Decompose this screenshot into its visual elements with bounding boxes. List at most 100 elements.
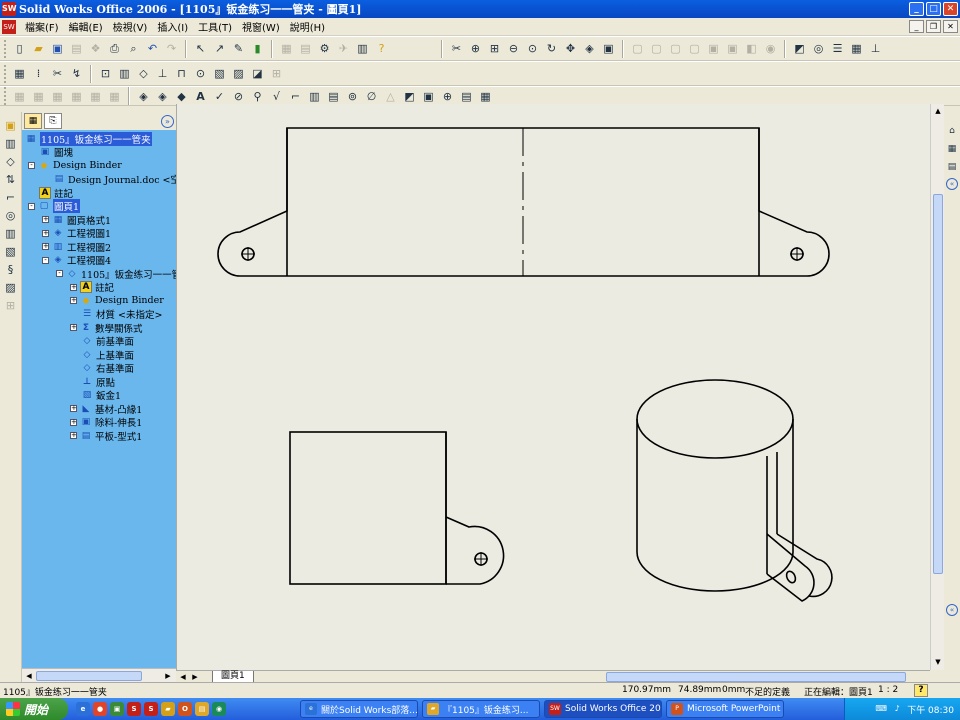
explorer-quicklaunch-icon[interactable]: ▤ — [195, 702, 209, 716]
tree-item[interactable]: ⊥ 原點 — [81, 375, 115, 389]
offset-tool-icon[interactable]: ⊞ — [3, 297, 19, 313]
shaded-icon[interactable]: ◩ — [792, 41, 808, 57]
front-view[interactable] — [289, 431, 505, 585]
office-quicklaunch-icon[interactable]: O — [178, 702, 192, 716]
tree-item[interactable]: + ▣ 除料-伸長1 — [70, 416, 142, 429]
zoom-to-fit-icon[interactable]: ⊕ — [468, 41, 484, 57]
mirror-tool-icon[interactable]: ▨ — [3, 279, 19, 295]
document-system-icon[interactable]: SW — [2, 19, 16, 34]
model-view-icon[interactable]: ⊡ — [98, 66, 114, 82]
tree-item[interactable]: A 註記 — [39, 186, 73, 200]
app-quicklaunch-icon[interactable]: ◉ — [212, 702, 226, 716]
isometric-view[interactable] — [636, 379, 833, 602]
area-hatch-icon[interactable]: △ — [383, 88, 399, 104]
expand-node-icon[interactable]: + — [70, 432, 77, 439]
tree-item[interactable]: - ◈ 工程視圖4 — [42, 254, 111, 267]
collapse-node-icon[interactable]: - — [42, 256, 49, 264]
scroll-down-icon[interactable]: ▼ — [932, 656, 944, 668]
tree-item[interactable]: ◇ 右基準面 — [81, 362, 134, 375]
grid-icon[interactable]: ▦ — [279, 41, 295, 57]
left-view-icon[interactable]: ▢ — [668, 41, 684, 57]
select-pointer-icon[interactable]: ↖ — [193, 41, 209, 57]
edge-display-icon[interactable]: ⁞ — [31, 66, 47, 82]
standard-views-icon[interactable]: ▣ — [601, 41, 617, 57]
aligned-section-icon[interactable]: ⊓ — [174, 66, 190, 82]
tree-item[interactable]: - ◇ 1105』钣金练习一一管 — [56, 267, 176, 281]
print-preview-icon[interactable]: ⌕ — [126, 41, 142, 57]
right-view-icon[interactable]: ▢ — [687, 41, 703, 57]
projected-view-icon[interactable]: ▥ — [117, 66, 133, 82]
tree-item[interactable]: ▧ 鈑金1 — [81, 389, 121, 402]
hidden-lines-icon[interactable]: ◎ — [811, 41, 827, 57]
datum-target-icon[interactable]: ▥ — [307, 88, 323, 104]
collapse-node-icon[interactable]: - — [28, 162, 35, 169]
tree-item[interactable]: + ◆ Design Binder — [70, 294, 164, 307]
auxiliary-view-icon[interactable]: ◇ — [136, 66, 152, 82]
toolbar-grip[interactable] — [4, 64, 7, 83]
circle-tool-icon[interactable]: ◎ — [3, 207, 19, 223]
collapse-node-icon[interactable]: - — [28, 202, 35, 210]
smart-dimension-icon[interactable]: ↯ — [69, 66, 85, 82]
tangent-edges-icon[interactable]: ✂ — [50, 66, 66, 82]
tree-item[interactable]: + Σ 數學關係式 — [70, 321, 143, 335]
flat-pattern-view[interactable] — [217, 127, 830, 277]
zoom-in-out-icon[interactable]: ⊖ — [506, 41, 522, 57]
open-folder-icon[interactable]: ▰ — [31, 41, 47, 57]
new-document-icon[interactable]: ▯ — [12, 41, 28, 57]
alternate-position-icon[interactable]: ◪ — [250, 66, 266, 82]
extend-tool-icon[interactable]: ⌐ — [3, 189, 19, 205]
spline-tool-icon[interactable]: ▧ — [3, 243, 19, 259]
tree-item[interactable]: + ▦ 圖頁格式1 — [42, 213, 111, 227]
revision-symbol-icon[interactable]: ⊚ — [345, 88, 361, 104]
stacked-balloon-icon[interactable]: ∅ — [364, 88, 380, 104]
feature-tree-hscrollbar[interactable]: ◀ ▶ — [22, 668, 176, 682]
expand-node-icon[interactable]: + — [70, 418, 77, 426]
note-icon[interactable]: A — [193, 88, 209, 104]
tree-item[interactable]: + A 註記 — [70, 281, 114, 294]
rebuild-icon[interactable]: ▮ — [250, 41, 266, 57]
multi-jog-leader-icon[interactable]: ▤ — [459, 88, 475, 104]
library-icon[interactable]: ▦ — [945, 142, 959, 156]
section-view-icon[interactable]: ▦ — [849, 41, 865, 57]
property-manager-tab[interactable]: ⎘ — [44, 113, 62, 129]
save-icon[interactable]: ▣ — [50, 41, 66, 57]
section-line-icon[interactable]: ⊥ — [155, 66, 171, 82]
file-explorer-icon[interactable]: ▤ — [945, 160, 959, 174]
tree-item[interactable]: ◇ 上基準面 — [81, 348, 134, 362]
centerline-icon[interactable]: ⊕ — [440, 88, 456, 104]
menu-edit[interactable]: 編輯(E) — [64, 19, 108, 34]
expand-task-pane-icon[interactable]: « — [946, 604, 958, 616]
collapse-panel-icon[interactable]: » — [161, 114, 174, 128]
sketch-mode-icon[interactable]: ▣ — [3, 117, 19, 133]
perspective-icon[interactable]: ⊥ — [868, 41, 884, 57]
view-3d-icon[interactable]: ◈ — [582, 41, 598, 57]
expand-node-icon[interactable]: + — [42, 216, 49, 223]
point-tool-icon[interactable]: § — [3, 261, 19, 277]
task-solidworks[interactable]: SW Solid Works Office 20... — [544, 700, 662, 718]
solidworks-app-icon[interactable]: SW — [2, 2, 17, 16]
table-icon[interactable]: ▦ — [478, 88, 494, 104]
desktop-quicklaunch-icon[interactable]: ▣ — [110, 702, 124, 716]
tree-item[interactable]: - ◆ Design Binder — [28, 159, 122, 172]
spell-check-icon[interactable]: ✓ — [212, 88, 228, 104]
maximize-button[interactable]: □ — [926, 2, 941, 16]
sketch-tool-5-icon[interactable]: ▦ — [88, 88, 104, 104]
datum-feature-icon[interactable]: ⌐ — [288, 88, 304, 104]
display-mode-icon[interactable]: ▦ — [12, 66, 28, 82]
media-quicklaunch-icon[interactable]: ● — [93, 702, 107, 716]
tree-item[interactable]: ▦ 1105』钣金练习一一管夹 — [25, 131, 152, 146]
menu-help[interactable]: 說明(H) — [285, 19, 330, 34]
doc-restore-button[interactable]: ❐ — [926, 20, 941, 33]
minimize-button[interactable]: _ — [909, 2, 924, 16]
rotate-view-icon[interactable]: ↻ — [544, 41, 560, 57]
drawing-sheet[interactable] — [176, 104, 930, 670]
menu-view[interactable]: 檢視(V) — [108, 19, 153, 34]
make-drawing-icon[interactable]: ▤ — [69, 41, 85, 57]
tree-item[interactable]: + ◈ 工程視圖1 — [42, 227, 111, 240]
scroll-right-icon[interactable]: ▶ — [162, 670, 174, 682]
doc-minimize-button[interactable]: _ — [909, 20, 924, 33]
surface-finish-icon[interactable]: ⊘ — [231, 88, 247, 104]
tree-item[interactable]: ☰ 材質 <未指定> — [81, 308, 163, 321]
quick-tips-icon[interactable]: ? — [914, 684, 928, 697]
toolbar-grip[interactable] — [4, 87, 7, 105]
